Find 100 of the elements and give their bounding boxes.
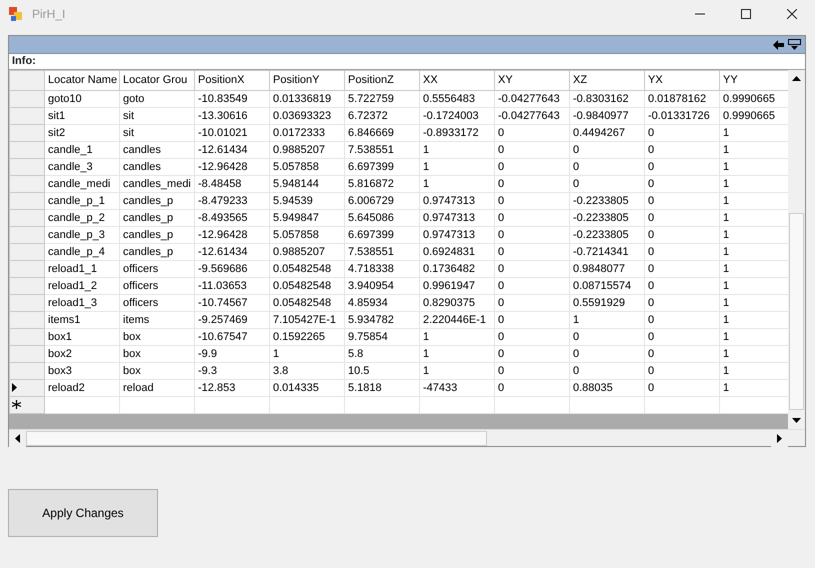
table-cell[interactable]: 7.538551 [344,244,420,260]
table-cell[interactable]: -0.2233805 [570,192,644,210]
table-cell[interactable]: 0 [494,244,570,260]
table-cell[interactable]: 3.940954 [344,278,420,294]
table-cell[interactable]: 0 [494,124,570,142]
table-cell[interactable]: 0.05482548 [270,260,344,278]
table-cell[interactable]: 0 [644,244,720,260]
table-cell[interactable]: 0 [494,346,570,362]
column-header[interactable]: PositionZ [344,70,420,90]
table-cell[interactable]: sit1 [44,108,120,124]
table-cell[interactable]: 0 [644,260,720,278]
table-cell[interactable]: 5.948144 [270,176,344,192]
table-cell[interactable]: 0 [644,312,720,328]
table-cell[interactable]: reload1_2 [44,278,120,294]
table-cell[interactable]: reload1_1 [44,260,120,278]
table-cell[interactable]: sit [120,124,194,142]
table-cell[interactable]: 0 [494,362,570,380]
table-cell[interactable]: 0.9885207 [270,142,344,158]
table-cell[interactable]: 1 [420,362,494,380]
table-cell[interactable]: 0 [494,192,570,210]
table-cell[interactable]: candle_p_1 [44,192,120,210]
table-cell[interactable]: box1 [44,328,120,346]
table-cell[interactable]: candle_1 [44,142,120,158]
table-cell[interactable]: 7.105427E-1 [270,312,344,328]
arrow-left-icon[interactable] [773,40,784,50]
column-header[interactable]: XX [420,70,494,90]
table-cell[interactable]: 1 [720,226,788,244]
table-cell[interactable]: 0.5591929 [570,294,644,312]
table-cell[interactable]: 0 [644,362,720,380]
table-cell[interactable]: 0 [494,226,570,244]
table-cell[interactable]: 0 [494,210,570,226]
table-cell[interactable]: 0 [494,176,570,192]
table-cell[interactable]: 1 [720,124,788,142]
table-cell[interactable]: 0.03693323 [270,108,344,124]
table-cell[interactable]: -0.01331726 [644,108,720,124]
table-cell[interactable]: 0 [644,192,720,210]
table-cell[interactable]: 0.6924831 [420,244,494,260]
table-cell[interactable]: 1 [420,328,494,346]
table-cell[interactable]: -9.569686 [194,260,270,278]
table-cell[interactable]: candles_medi [120,176,194,192]
table-cell[interactable]: 6.697399 [344,158,420,176]
table-cell[interactable]: reload2 [44,380,120,396]
table-cell[interactable]: -10.83549 [194,90,270,108]
table-cell[interactable]: 0 [570,328,644,346]
table-cell[interactable]: 0.014335 [270,380,344,396]
table-cell[interactable]: -47433 [420,380,494,396]
table-cell[interactable]: candle_3 [44,158,120,176]
table-cell[interactable]: 0 [570,346,644,362]
table-cell[interactable]: 10.5 [344,362,420,380]
table-cell[interactable]: 0 [644,124,720,142]
table-cell[interactable]: 1 [720,210,788,226]
scroll-right-icon[interactable] [777,434,782,443]
table-cell[interactable]: -0.8303162 [570,90,644,108]
table-cell[interactable]: -0.2233805 [570,210,644,226]
table-cell[interactable]: 2.220446E-1 [420,312,494,328]
table-cell[interactable]: 1 [720,158,788,176]
table-cell[interactable]: goto [120,90,194,108]
table-cell[interactable]: 0.4494267 [570,124,644,142]
table-cell[interactable]: 1 [720,294,788,312]
table-cell[interactable]: 1 [720,142,788,158]
table-cell[interactable]: -0.7214341 [570,244,644,260]
table-cell[interactable]: 1 [720,380,788,396]
column-header[interactable]: XZ [570,70,644,90]
table-cell[interactable]: 1 [420,158,494,176]
table-cell[interactable]: 0 [644,226,720,244]
table-cell[interactable]: goto10 [44,90,120,108]
table-cell[interactable]: -10.01021 [194,124,270,142]
column-header[interactable]: PositionX [194,70,270,90]
table-cell[interactable]: 0 [644,346,720,362]
table-cell[interactable]: 0.9747313 [420,226,494,244]
horizontal-scrollbar[interactable] [9,429,805,446]
table-cell[interactable]: 0.5556483 [420,90,494,108]
table-cell[interactable]: 5.934782 [344,312,420,328]
table-cell[interactable]: -11.03653 [194,278,270,294]
table-cell[interactable]: 0 [570,362,644,380]
table-cell[interactable]: 0 [494,158,570,176]
table-cell[interactable]: 0.9747313 [420,210,494,226]
table-cell[interactable]: 0 [644,380,720,396]
table-cell[interactable]: 0 [494,278,570,294]
table-cell[interactable]: 0.8290375 [420,294,494,312]
table-cell[interactable]: items1 [44,312,120,328]
table-cell[interactable]: box [120,362,194,380]
table-cell[interactable]: 1 [720,328,788,346]
table-cell[interactable]: 0.9885207 [270,244,344,260]
table-cell[interactable]: candles_p [120,192,194,210]
table-cell[interactable]: 0 [494,260,570,278]
table-cell[interactable]: sit [120,108,194,124]
corner-header[interactable] [10,70,44,90]
table-cell[interactable]: 0.05482548 [270,294,344,312]
table-cell[interactable]: 0.1736482 [420,260,494,278]
table-cell[interactable]: 0 [644,176,720,192]
table-cell[interactable]: reload [120,380,194,396]
table-cell[interactable]: 7.538551 [344,142,420,158]
table-cell[interactable]: 3.8 [270,362,344,380]
table-cell[interactable]: 0.9990665 [720,90,788,108]
table-cell[interactable]: 4.85934 [344,294,420,312]
table-cell[interactable]: -0.1724003 [420,108,494,124]
table-cell[interactable]: -9.257469 [194,312,270,328]
table-cell[interactable]: 0 [644,210,720,226]
table-cell[interactable]: 5.057858 [270,226,344,244]
